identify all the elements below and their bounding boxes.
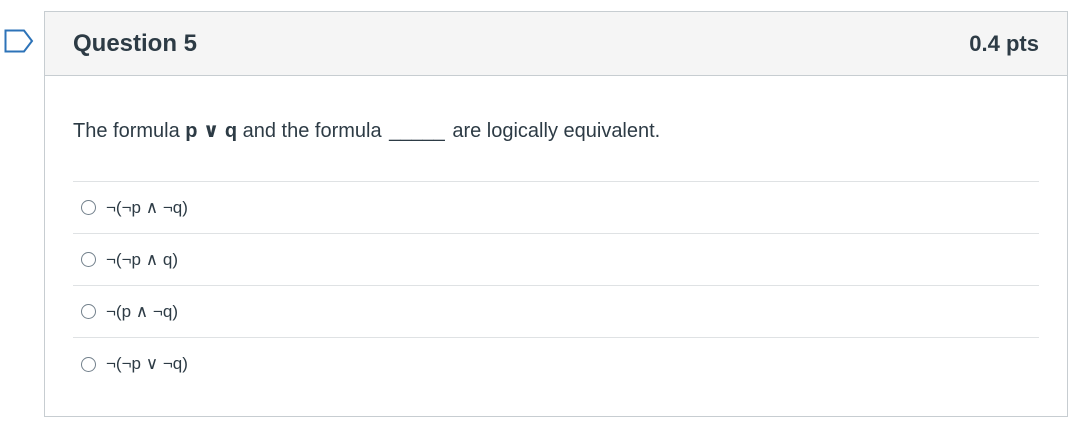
- answer-option[interactable]: ¬(¬p ∧ ¬q): [73, 182, 1039, 234]
- answer-option[interactable]: ¬(¬p ∨ ¬q): [73, 338, 1039, 390]
- radio-button[interactable]: [81, 356, 96, 372]
- question-formula: p ∨ q: [185, 120, 238, 142]
- question-text-suffix: are logically equivalent.: [446, 120, 661, 142]
- answer-label[interactable]: ¬(¬p ∧ q): [106, 250, 178, 270]
- answer-label[interactable]: ¬(¬p ∨ ¬q): [106, 354, 188, 374]
- question-card: Question 5 0.4 pts The formula p ∨ q and…: [44, 11, 1068, 417]
- question-title: Question 5: [73, 29, 198, 57]
- answer-label[interactable]: ¬(p ∧ ¬q): [106, 302, 178, 322]
- answer-label[interactable]: ¬(¬p ∧ ¬q): [106, 198, 188, 218]
- radio-button[interactable]: [81, 200, 96, 215]
- question-blank: _____: [389, 120, 445, 142]
- answer-list: ¬(¬p ∧ ¬q) ¬(¬p ∧ q) ¬(p ∧ ¬q) ¬(¬p ∨ ¬q…: [73, 181, 1039, 390]
- answer-option[interactable]: ¬(¬p ∧ q): [73, 234, 1039, 286]
- answer-option[interactable]: ¬(p ∧ ¬q): [73, 286, 1039, 338]
- question-body: The formula p ∨ q and the formula _____ …: [45, 76, 1067, 390]
- question-points: 0.4 pts: [969, 30, 1039, 56]
- radio-button[interactable]: [81, 252, 96, 267]
- question-text: The formula p ∨ q and the formula _____ …: [73, 118, 1039, 144]
- question-text-middle: and the formula: [237, 120, 388, 142]
- question-text-prefix: The formula: [73, 120, 186, 142]
- radio-button[interactable]: [81, 304, 96, 319]
- bookmark-flag-icon[interactable]: [4, 29, 34, 53]
- question-header: Question 5 0.4 pts: [45, 12, 1067, 76]
